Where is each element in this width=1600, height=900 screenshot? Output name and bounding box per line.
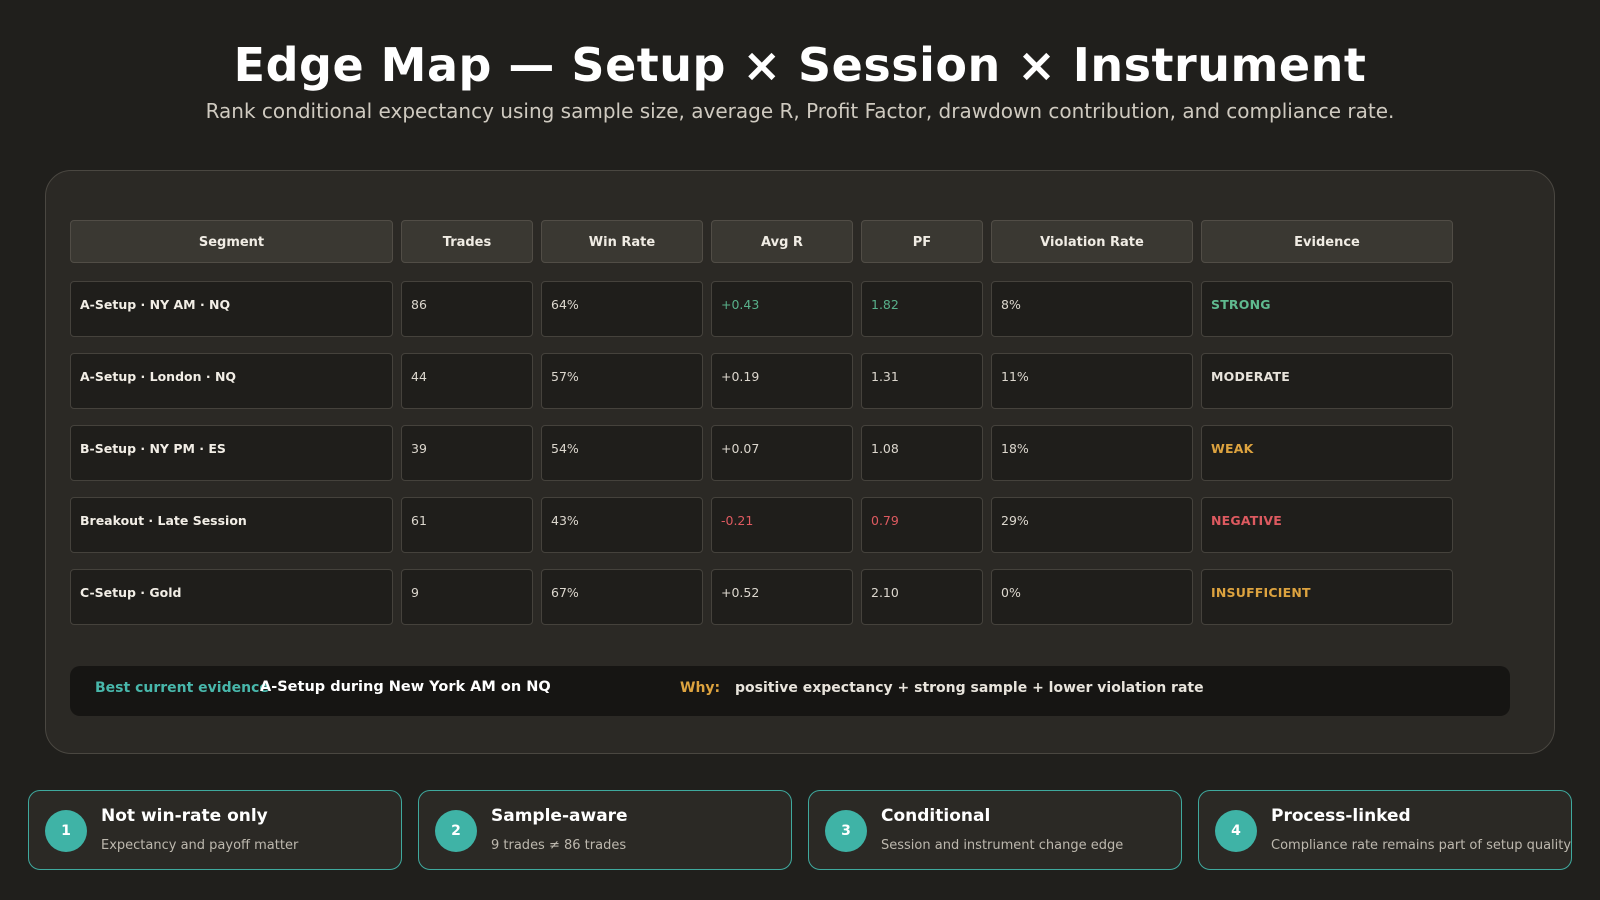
card-description: Expectancy and payoff matter (101, 838, 299, 853)
why-value: positive expectancy + strong sample + lo… (735, 680, 1204, 696)
page-title: Edge Map — Setup × Session × Instrument (233, 38, 1367, 92)
cell-pf: 0.79 (861, 497, 983, 553)
cell-violation-rate: 8% (991, 281, 1193, 337)
best-evidence-summary: Best current evidence A-Setup during New… (70, 666, 1510, 716)
page-subtitle: Rank conditional expectancy using sample… (205, 99, 1395, 123)
header-evidence[interactable]: Evidence (1201, 220, 1453, 263)
cell-segment: C-Setup · Gold (70, 569, 393, 625)
step-number-badge: 3 (825, 810, 867, 852)
edge-map-page: Edge Map — Setup × Session × Instrument … (0, 0, 1600, 900)
card-description: 9 trades ≠ 86 trades (491, 838, 627, 853)
header-segment[interactable]: Segment (70, 220, 393, 263)
step-number-badge: 1 (45, 810, 87, 852)
evidence-badge: WEAK (1201, 425, 1453, 481)
cell-trades: 86 (401, 281, 533, 337)
cell-trades: 39 (401, 425, 533, 481)
cell-win-rate: 57% (541, 353, 703, 409)
principle-card-3[interactable]: 3 Conditional Session and instrument cha… (808, 790, 1182, 870)
cell-segment: A-Setup · NY AM · NQ (70, 281, 393, 337)
card-title: Conditional (881, 806, 991, 826)
cell-win-rate: 43% (541, 497, 703, 553)
cell-avg-r: +0.19 (711, 353, 853, 409)
header-avg-r[interactable]: Avg R (711, 220, 853, 263)
cell-segment: A-Setup · London · NQ (70, 353, 393, 409)
cell-trades: 61 (401, 497, 533, 553)
cell-violation-rate: 29% (991, 497, 1193, 553)
cell-violation-rate: 0% (991, 569, 1193, 625)
cell-win-rate: 67% (541, 569, 703, 625)
cell-violation-rate: 11% (991, 353, 1193, 409)
why-label: Why: (680, 680, 721, 696)
evidence-badge: NEGATIVE (1201, 497, 1453, 553)
evidence-badge: STRONG (1201, 281, 1453, 337)
principle-card-4[interactable]: 4 Process-linked Compliance rate remains… (1198, 790, 1572, 870)
cell-win-rate: 54% (541, 425, 703, 481)
card-title: Not win-rate only (101, 806, 268, 826)
summary-label: Best current evidence (95, 680, 269, 696)
cell-avg-r: +0.52 (711, 569, 853, 625)
cell-win-rate: 64% (541, 281, 703, 337)
header-trades[interactable]: Trades (401, 220, 533, 263)
cell-trades: 44 (401, 353, 533, 409)
card-title: Process-linked (1271, 806, 1411, 826)
cell-avg-r: +0.07 (711, 425, 853, 481)
header-violation-rate[interactable]: Violation Rate (991, 220, 1193, 263)
card-title: Sample-aware (491, 806, 628, 826)
step-number-badge: 2 (435, 810, 477, 852)
cell-avg-r: -0.21 (711, 497, 853, 553)
step-number-badge: 4 (1215, 810, 1257, 852)
header-pf[interactable]: PF (861, 220, 983, 263)
card-description: Session and instrument change edge (881, 838, 1124, 853)
evidence-badge: INSUFFICIENT (1201, 569, 1453, 625)
cell-segment: B-Setup · NY PM · ES (70, 425, 393, 481)
cell-avg-r: +0.43 (711, 281, 853, 337)
cell-pf: 1.31 (861, 353, 983, 409)
principle-card-2[interactable]: 2 Sample-aware 9 trades ≠ 86 trades (418, 790, 792, 870)
edge-map-panel: Segment Trades Win Rate Avg R PF Violati… (45, 170, 1555, 754)
cell-violation-rate: 18% (991, 425, 1193, 481)
principle-card-1[interactable]: 1 Not win-rate only Expectancy and payof… (28, 790, 402, 870)
evidence-badge: MODERATE (1201, 353, 1453, 409)
cell-pf: 1.82 (861, 281, 983, 337)
cell-segment: Breakout · Late Session (70, 497, 393, 553)
cell-pf: 2.10 (861, 569, 983, 625)
cell-pf: 1.08 (861, 425, 983, 481)
header-win-rate[interactable]: Win Rate (541, 220, 703, 263)
card-description: Compliance rate remains part of setup qu… (1271, 838, 1572, 853)
cell-trades: 9 (401, 569, 533, 625)
summary-value: A-Setup during New York AM on NQ (260, 679, 551, 695)
